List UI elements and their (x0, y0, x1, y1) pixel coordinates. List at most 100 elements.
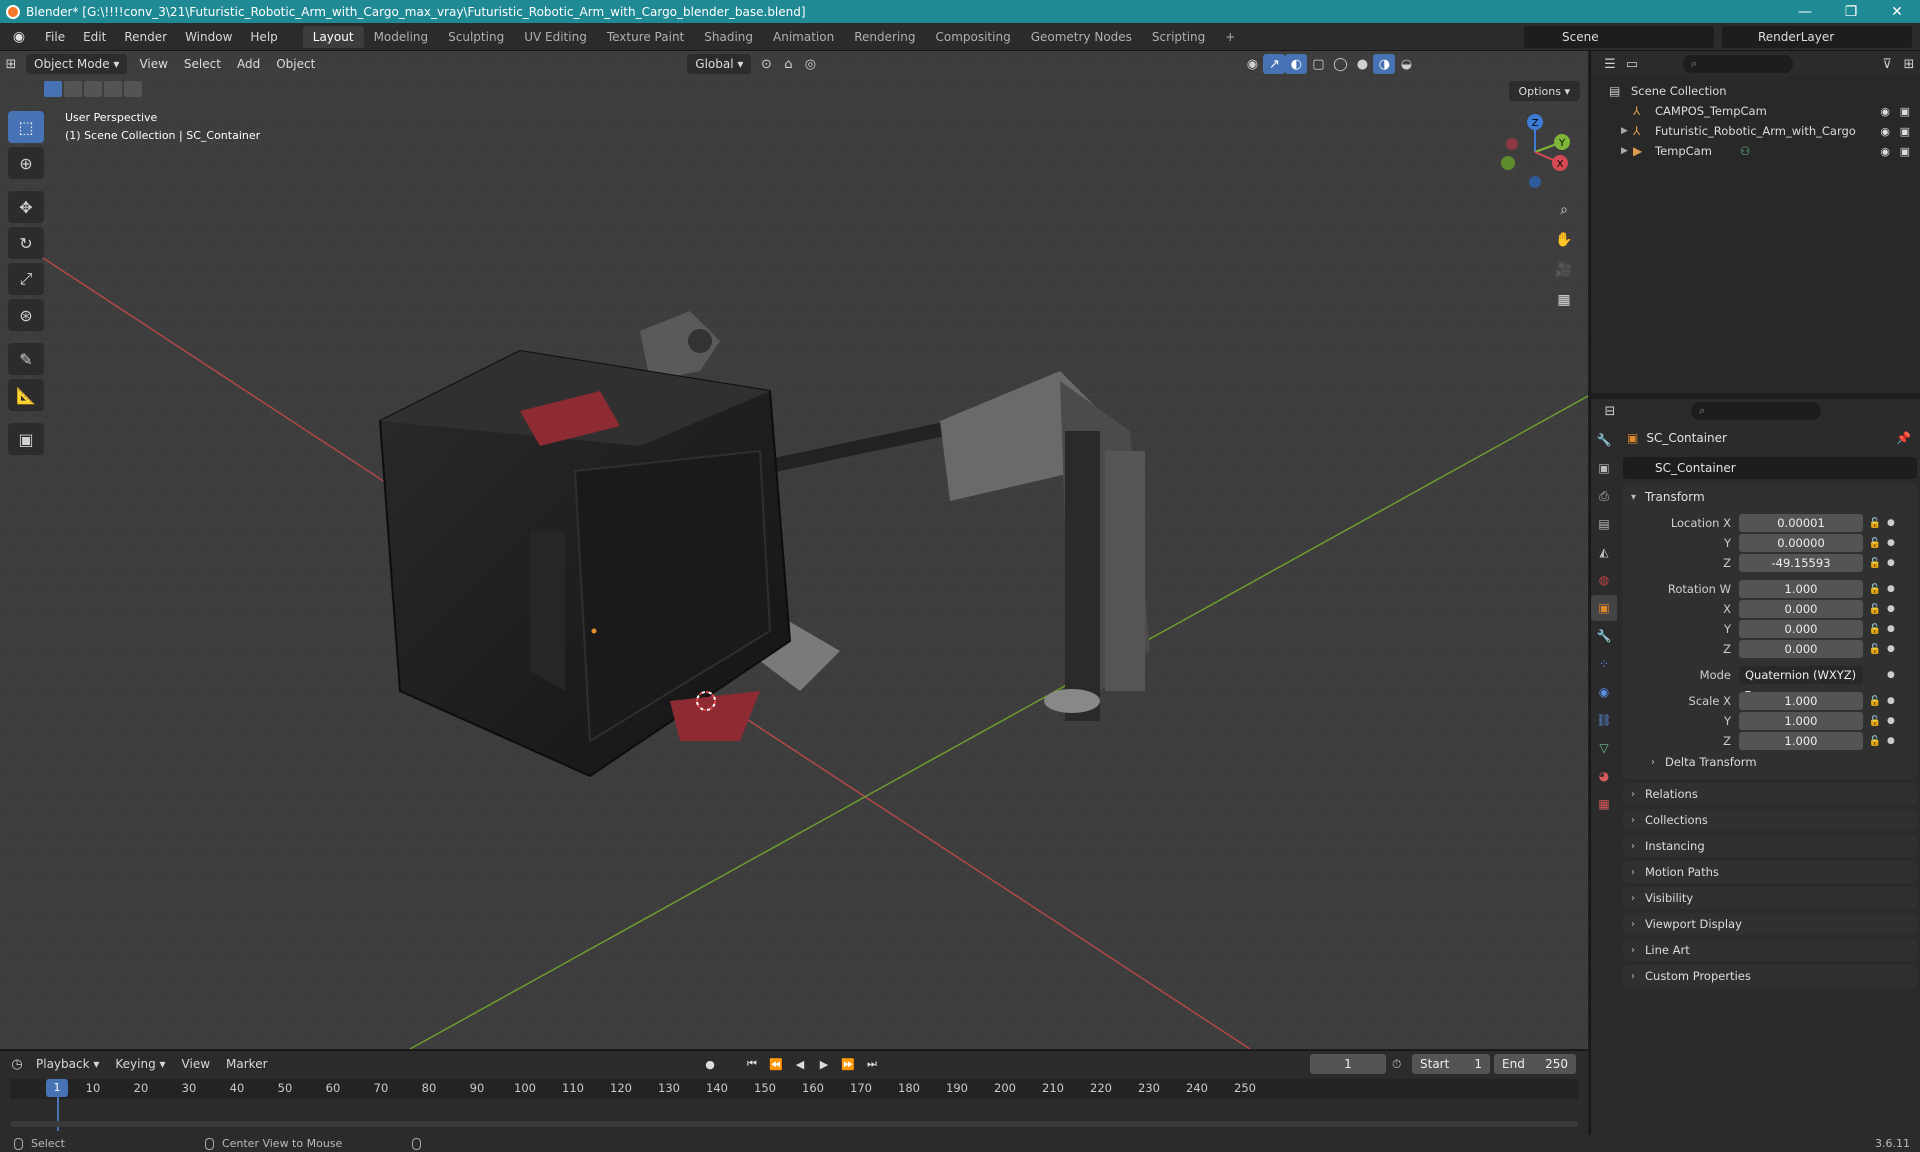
tab-layout[interactable]: Layout (302, 25, 364, 48)
lock-icon[interactable]: 🔓 (1863, 736, 1887, 747)
rotation-x-field[interactable]: 0.000 (1739, 600, 1863, 618)
zoom-icon[interactable]: ⌕ (1550, 196, 1578, 224)
tab-geometry-nodes[interactable]: Geometry Nodes (1021, 26, 1142, 48)
scale-z-field[interactable]: 1.000 (1739, 732, 1863, 750)
outliner-item[interactable]: ▶ ▶ TempCam ⚇ ◉ ▣ (1591, 141, 1920, 161)
custom-properties-panel[interactable]: › Custom Properties (1623, 965, 1917, 987)
viewport-menu-add[interactable]: Add (229, 54, 268, 74)
rotation-y-field[interactable]: 0.000 (1739, 620, 1863, 638)
lock-icon[interactable]: 🔓 (1863, 624, 1887, 635)
gizmo-toggle-icon[interactable]: ↗ (1263, 54, 1286, 74)
scale-tool-icon[interactable]: ⤢ (8, 263, 44, 295)
render-layer-selector[interactable]: RenderLayer (1722, 26, 1912, 48)
timeline-menu-playback[interactable]: Playback ▾ (28, 1057, 107, 1071)
object-name-field[interactable]: SC_Container (1623, 457, 1917, 479)
play-reverse-icon[interactable]: ◀ (790, 1054, 810, 1074)
rotate-tool-icon[interactable]: ↻ (8, 227, 44, 259)
select-subtract-icon[interactable] (84, 81, 102, 97)
material-shading-icon[interactable]: ◑ (1373, 54, 1396, 74)
select-intersect-icon[interactable] (124, 81, 142, 97)
world-tab-icon[interactable]: ◍ (1591, 567, 1617, 593)
keyframe-dot-icon[interactable]: ● (1887, 736, 1897, 746)
xray-icon[interactable]: ▢ (1307, 54, 1329, 74)
tab-texture-paint[interactable]: Texture Paint (597, 26, 694, 48)
ortho-grid-icon[interactable]: ▦ (1550, 286, 1578, 314)
rotation-w-field[interactable]: 1.000 (1739, 580, 1863, 598)
options-button[interactable]: Options ▾ (1508, 81, 1580, 101)
frame-ruler[interactable]: 10 20 30 40 50 60 70 80 90 100 110 120 130 140 150 160 1… (10, 1079, 1578, 1099)
modifier-tab-icon[interactable]: 🔧 (1591, 623, 1617, 649)
end-frame-field[interactable]: End 250 (1494, 1054, 1576, 1074)
location-y-field[interactable]: 0.00000 (1739, 534, 1863, 552)
move-tool-icon[interactable]: ✥ (8, 191, 44, 223)
data-tab-icon[interactable]: ▽ (1591, 735, 1617, 761)
editor-type-icon[interactable]: ⊞ (0, 54, 22, 74)
location-z-field[interactable]: -49.15593 (1739, 554, 1863, 572)
menu-window[interactable]: Window (176, 30, 241, 44)
jump-end-icon[interactable]: ⏭ (862, 1054, 882, 1074)
material-tab-icon[interactable]: ◕ (1591, 763, 1617, 789)
properties-search-input[interactable]: ⌕ (1691, 402, 1821, 420)
jump-start-icon[interactable]: ⏮ (742, 1054, 762, 1074)
visibility-icon[interactable]: ◉ (1241, 54, 1263, 74)
mode-dropdown[interactable]: Object Mode ▾ (26, 54, 128, 74)
physics-tab-icon[interactable]: ◉ (1591, 679, 1617, 705)
keyframe-dot-icon[interactable]: ● (1887, 584, 1897, 594)
keyframe-dot-icon[interactable]: ● (1887, 696, 1897, 706)
playhead-frame[interactable]: 1 (46, 1079, 68, 1097)
eye-icon[interactable]: ◉ (1880, 145, 1890, 158)
pan-hand-icon[interactable]: ✋ (1550, 226, 1578, 254)
timeline-menu-keying[interactable]: Keying ▾ (107, 1057, 173, 1071)
lock-icon[interactable]: 🔓 (1863, 696, 1887, 707)
navigation-gizmo[interactable]: Z Y X (1490, 107, 1580, 197)
properties-editor-icon[interactable]: ⊟ (1599, 401, 1621, 421)
add-workspace-button[interactable]: + (1215, 26, 1245, 48)
output-tab-icon[interactable]: ⎙ (1591, 483, 1617, 509)
lock-icon[interactable]: 🔓 (1863, 558, 1887, 569)
scene-tab-icon[interactable]: ◭ (1591, 539, 1617, 565)
render-tab-icon[interactable]: ▣ (1591, 455, 1617, 481)
timeline-menu-marker[interactable]: Marker (218, 1057, 275, 1071)
orientation-dropdown[interactable]: Global ▾ (687, 54, 752, 74)
rendered-shading-icon[interactable]: ◒ (1395, 54, 1417, 74)
tab-modeling[interactable]: Modeling (364, 26, 439, 48)
play-icon[interactable]: ▶ (814, 1054, 834, 1074)
relations-panel[interactable]: › Relations (1623, 783, 1917, 805)
keyframe-dot-icon[interactable]: ● (1887, 558, 1897, 568)
scale-x-field[interactable]: 1.000 (1739, 692, 1863, 710)
outliner-item[interactable]: ⅄ CAMPOS_TempCam ◉ ▣ (1591, 101, 1920, 121)
lock-icon[interactable]: 🔓 (1863, 604, 1887, 615)
tab-sculpting[interactable]: Sculpting (438, 26, 514, 48)
constraints-tab-icon[interactable]: ⛓ (1591, 707, 1617, 733)
tab-compositing[interactable]: Compositing (925, 26, 1020, 48)
keyframe-dot-icon[interactable]: ● (1887, 624, 1897, 634)
texture-tab-icon[interactable]: ▦ (1591, 791, 1617, 817)
keyframe-dot-icon[interactable]: ● (1887, 604, 1897, 614)
start-frame-field[interactable]: Start 1 (1412, 1054, 1490, 1074)
outliner-editor-icon[interactable]: ☰ (1599, 54, 1621, 74)
transform-tool-icon[interactable]: ⊛ (8, 299, 44, 331)
add-cube-tool-icon[interactable]: ▣ (8, 423, 44, 455)
tab-shading[interactable]: Shading (694, 26, 763, 48)
lock-icon[interactable]: 🔓 (1863, 538, 1887, 549)
expand-arrow-icon[interactable]: ▶ (1621, 126, 1633, 136)
camera-view-icon[interactable]: 🎥 (1550, 256, 1578, 284)
render-camera-icon[interactable]: ▣ (1900, 125, 1910, 138)
eye-icon[interactable]: ◉ (1880, 105, 1890, 118)
record-icon[interactable]: ● (700, 1054, 720, 1074)
keyframe-dot-icon[interactable]: ● (1887, 644, 1897, 654)
timeline-editor-icon[interactable]: ◷ (6, 1054, 28, 1074)
solid-shading-icon[interactable]: ● (1351, 54, 1373, 74)
keyframe-dot-icon[interactable]: ● (1887, 518, 1897, 528)
menu-help[interactable]: Help (241, 30, 286, 44)
pivot-icon[interactable]: ⊙ (755, 54, 777, 74)
lock-icon[interactable]: 🔓 (1863, 518, 1887, 529)
viewport-menu-select[interactable]: Select (176, 54, 229, 74)
filter-icon[interactable]: ⊽ (1876, 54, 1898, 74)
particles-tab-icon[interactable]: ⁘ (1591, 651, 1617, 677)
render-camera-icon[interactable]: ▣ (1900, 105, 1910, 118)
viewport-menu-view[interactable]: View (131, 54, 175, 74)
overlay-toggle-icon[interactable]: ◐ (1285, 54, 1308, 74)
expand-arrow-icon[interactable]: ▶ (1621, 146, 1633, 156)
viewport-display-panel[interactable]: › Viewport Display (1623, 913, 1917, 935)
